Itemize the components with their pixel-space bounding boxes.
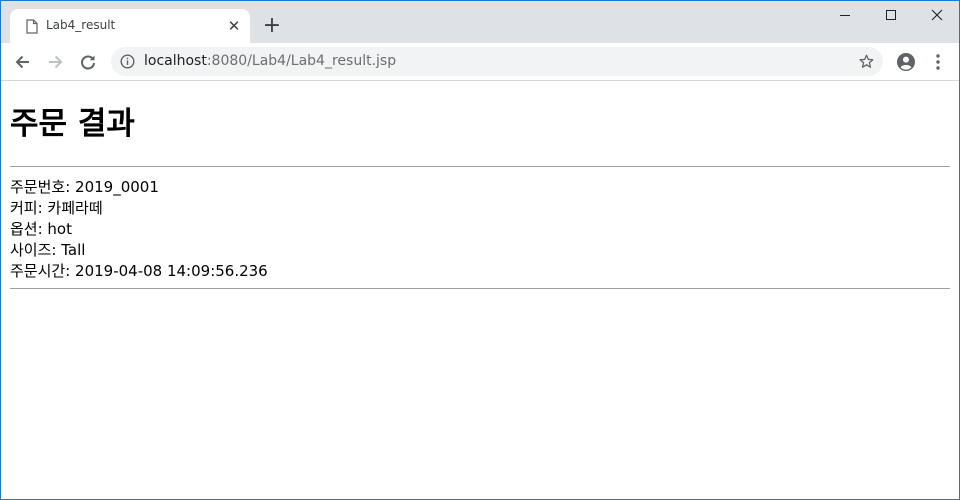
minimize-button[interactable]: [822, 1, 868, 31]
close-tab-icon[interactable]: ✕: [226, 18, 242, 34]
url-host: localhost: [144, 53, 207, 69]
address-bar[interactable]: localhost:8080/Lab4/Lab4_result.jsp: [111, 47, 883, 76]
page-icon: [25, 19, 39, 34]
size-line: 사이즈: Tall: [10, 241, 86, 259]
order-time-line: 주문시간: 2019-04-08 14:09:56.236: [10, 262, 268, 280]
back-button[interactable]: [10, 49, 36, 75]
url-path: :8080/Lab4/Lab4_result.jsp: [206, 53, 397, 69]
page-title: 주문 결과: [10, 106, 135, 142]
new-tab-button[interactable]: +: [261, 15, 283, 37]
reload-icon: [81, 55, 95, 70]
order-info: 주문번호: 2019_0001 커피: 카페라떼 옵션: hot 사이즈: Ta…: [10, 167, 950, 288]
forward-button[interactable]: [42, 49, 68, 75]
order-number-line: 주문번호: 2019_0001: [10, 178, 159, 196]
tab-strip: Lab4_result ✕ +: [1, 1, 959, 43]
bookmark-star-icon[interactable]: [858, 53, 875, 70]
arrow-right-icon: [49, 55, 63, 69]
page-content: 주문 결과 주문번호: 2019_0001 커피: 카페라떼 옵션: hot 사…: [1, 81, 959, 289]
info-icon[interactable]: [120, 54, 135, 69]
close-window-button[interactable]: [914, 1, 959, 31]
maximize-button[interactable]: [868, 1, 914, 31]
divider-bottom: [10, 288, 950, 289]
account-icon[interactable]: [896, 52, 916, 72]
reload-button[interactable]: [75, 49, 101, 75]
coffee-line: 커피: 카페라떼: [10, 199, 103, 217]
browser-window: Lab4_result ✕ + localhost:8080/Lab4/Lab4…: [0, 0, 960, 500]
arrow-left-icon: [15, 55, 29, 69]
browser-toolbar: localhost:8080/Lab4/Lab4_result.jsp: [1, 43, 959, 81]
tab-title: Lab4_result: [46, 18, 116, 32]
option-line: 옵션: hot: [10, 220, 72, 238]
tab-lab4-result[interactable]: Lab4_result ✕: [10, 9, 250, 43]
url-text[interactable]: localhost:8080/Lab4/Lab4_result.jsp: [144, 53, 396, 69]
more-vert-icon[interactable]: [931, 53, 945, 71]
